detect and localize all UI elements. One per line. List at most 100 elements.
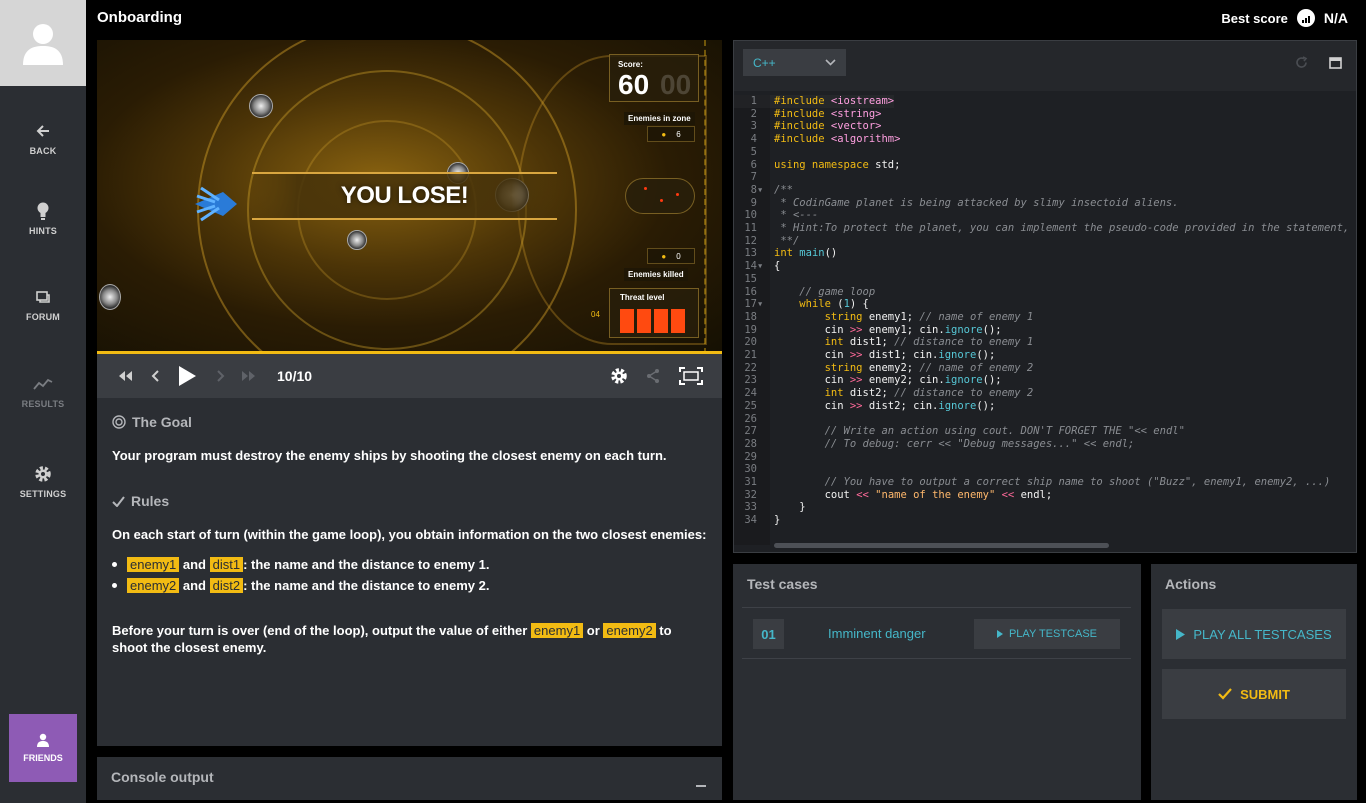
goal-text: Your program must destroy the enemy ship…: [112, 448, 667, 463]
code-line[interactable]: 33 }: [734, 501, 806, 514]
code-line[interactable]: 19 cin >> enemy1; cin.ignore();: [734, 323, 1002, 337]
code-line[interactable]: 28 // To debug: cerr << "Debug messages.…: [734, 438, 1134, 451]
code-line[interactable]: 7: [734, 171, 774, 184]
language-select[interactable]: C++: [743, 49, 846, 76]
code-line[interactable]: 4 #include <algorithm>: [734, 133, 901, 146]
code-text: }: [774, 501, 806, 514]
user-avatar-icon: [23, 24, 63, 65]
code-line[interactable]: 18 string enemy1; // name of enemy 1: [734, 311, 1033, 324]
play-testcase-button[interactable]: PLAY TESTCASE: [974, 619, 1120, 649]
play-button[interactable]: [175, 364, 199, 388]
code-line[interactable]: 31 // You have to output a correct ship …: [734, 476, 1330, 489]
sidebar-item-hints[interactable]: HINTS: [0, 186, 86, 250]
code-text: cin >> dist2; cin.ignore();: [774, 399, 996, 412]
avatar[interactable]: [0, 0, 86, 86]
line-number: 32: [744, 488, 757, 501]
code-text: // You have to output a correct ship nam…: [824, 476, 1331, 488]
sidebar-item-results[interactable]: RESULTS: [0, 359, 86, 423]
code-editor[interactable]: C++ 1 #include <iostream> 2 #include <strin…: [733, 40, 1357, 553]
code-line[interactable]: 12 **/: [734, 235, 799, 248]
fold-toggle-icon[interactable]: ▾: [757, 298, 774, 311]
friends-button[interactable]: FRIENDS: [9, 714, 77, 782]
play-all-testcases-button[interactable]: PLAY ALL TESTCASES: [1162, 609, 1346, 659]
code-line[interactable]: 2 #include <string>: [734, 107, 882, 121]
enemies-in-zone-value: 6: [676, 129, 681, 139]
minimize-icon[interactable]: [696, 785, 706, 787]
code-text: #include <string>: [774, 107, 882, 120]
code-line[interactable]: 10 * <---: [734, 209, 818, 222]
rewind-button[interactable]: [115, 366, 135, 386]
code-line[interactable]: 14▾{: [734, 260, 780, 273]
code-line[interactable]: 9 * CodinGame planet is being attacked b…: [734, 197, 1179, 210]
reset-code-button[interactable]: [1295, 56, 1308, 74]
code-line[interactable]: 8▾/**: [734, 184, 793, 197]
code-area[interactable]: 1 #include <iostream> 2 #include <string> 3 #…: [734, 95, 1356, 545]
share-button[interactable]: [642, 365, 664, 387]
maximize-editor-button[interactable]: [1329, 56, 1342, 74]
code-line[interactable]: 26: [734, 413, 774, 426]
rule-and: and: [182, 557, 206, 572]
code-line[interactable]: 22 string enemy2; // name of enemy 2: [734, 362, 1033, 375]
threat-level-display: Threat level: [609, 288, 699, 338]
fullscreen-icon: [679, 367, 703, 385]
horizontal-scrollbar[interactable]: [774, 543, 1109, 548]
code-line[interactable]: 34}: [734, 514, 780, 527]
code-line[interactable]: 20 int dist1; // distance to enemy 1: [734, 336, 1033, 349]
submit-button[interactable]: SUBMIT: [1162, 669, 1346, 719]
line-number: 12: [744, 234, 757, 247]
testcase-name[interactable]: Imminent danger: [828, 626, 926, 641]
code-line[interactable]: 27 // Write an action using cout. DON'T …: [734, 425, 1185, 438]
sidebar-item-settings[interactable]: SETTINGS: [0, 449, 86, 513]
fold-toggle-icon[interactable]: ▾: [757, 260, 774, 273]
player-ship-icon: [195, 186, 237, 222]
rule-item: enemy2 and dist2: the name and the dista…: [112, 575, 489, 596]
fast-forward-button[interactable]: [239, 366, 259, 386]
maximize-icon: [1329, 57, 1342, 69]
game-viewer[interactable]: YOU LOSE! Score: 60 00 Enemies in zone ●…: [97, 40, 722, 354]
code-line[interactable]: 16 // game loop: [734, 286, 875, 299]
sidebar-item-back[interactable]: BACK: [0, 106, 86, 170]
code-line[interactable]: 3 #include <vector>: [734, 120, 882, 133]
code-line[interactable]: 21 cin >> dist1; cin.ignore();: [734, 349, 995, 362]
code-text: cout << "name of the enemy" << endl;: [774, 488, 1053, 501]
refresh-icon: [1296, 56, 1308, 68]
line-number: 7: [750, 171, 757, 184]
code-text: }: [774, 514, 781, 527]
divider: [742, 658, 1131, 659]
code-line[interactable]: 11 * Hint:To protect the planet, you can…: [734, 222, 1356, 235]
viewer-settings-button[interactable]: [608, 365, 630, 387]
line-number: 28: [744, 437, 757, 450]
code-line[interactable]: 15: [734, 273, 774, 286]
step-back-button[interactable]: [145, 366, 165, 386]
var-enemy2: enemy2: [603, 623, 656, 638]
friends-label: FRIENDS: [23, 753, 63, 763]
var-enemy2: enemy2: [127, 578, 180, 593]
line-number: 4: [750, 133, 757, 146]
play-all-label: PLAY ALL TESTCASES: [1193, 626, 1332, 642]
code-text: * Hint:To protect the planet, you can im…: [780, 222, 1356, 234]
code-line[interactable]: 25 cin >> dist2; cin.ignore();: [734, 400, 995, 413]
skull-icon: ●: [661, 129, 667, 139]
code-text: string enemy1; // name of enemy 1: [824, 310, 1034, 323]
code-line[interactable]: 1 #include <iostream>: [734, 95, 894, 108]
threat-level-label: Threat level: [620, 293, 665, 302]
fold-toggle-icon[interactable]: ▾: [757, 184, 774, 197]
enemy-ship: [347, 230, 367, 250]
code-line[interactable]: 32 cout << "name of the enemy" << endl;: [734, 489, 1052, 502]
console-output-panel[interactable]: Console output: [97, 757, 722, 800]
code-text: cin >> enemy1; cin.ignore();: [774, 323, 1002, 336]
code-line[interactable]: 6 using namespace std;: [734, 159, 901, 172]
fullscreen-button[interactable]: [678, 365, 704, 387]
code-line[interactable]: 30: [734, 463, 774, 476]
step-forward-button[interactable]: [211, 366, 231, 386]
code-line[interactable]: 13 int main(): [734, 247, 837, 260]
code-line[interactable]: 17▾ while (1) {: [734, 298, 869, 311]
code-line[interactable]: 29: [734, 451, 774, 464]
radar-display: [625, 178, 695, 214]
code-line[interactable]: 5: [734, 146, 774, 159]
code-line[interactable]: 24 int dist2; // distance to enemy 2: [734, 387, 1033, 400]
var-dist2: dist2: [209, 578, 244, 593]
code-line[interactable]: 23 cin >> enemy2; cin.ignore();: [734, 374, 1001, 387]
user-icon: [37, 733, 49, 747]
sidebar-item-forum[interactable]: FORUM: [0, 272, 86, 336]
